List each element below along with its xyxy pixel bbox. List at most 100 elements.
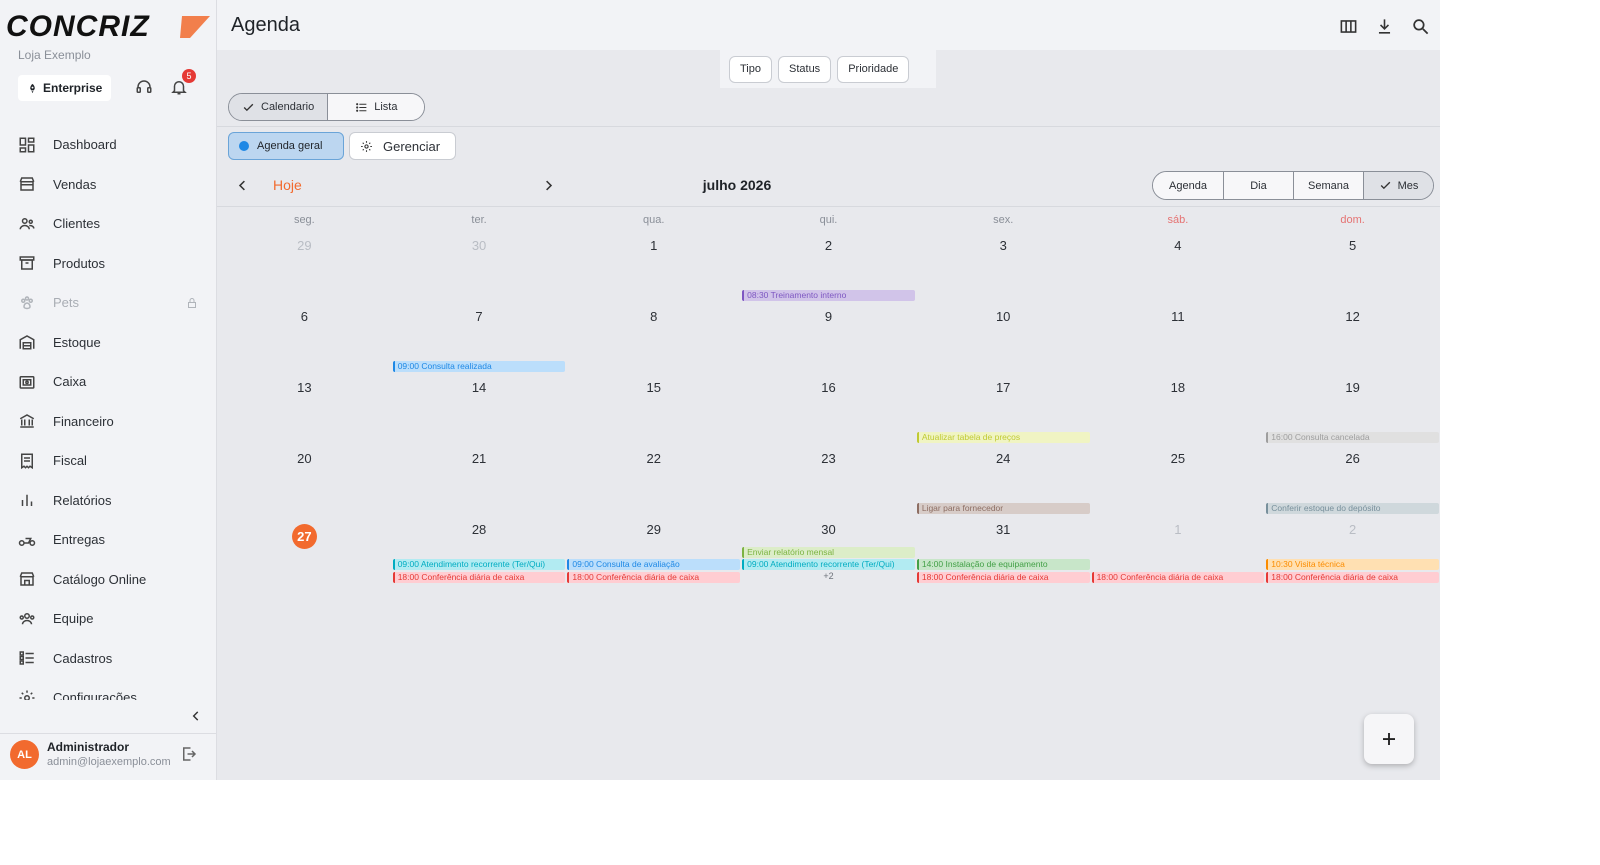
day-number[interactable]: 29 bbox=[566, 522, 741, 537]
sidebar-item-clientes[interactable]: Clientes bbox=[0, 204, 216, 244]
calendar-event[interactable]: 09:00 Atendimento recorrente (Ter/Qui) bbox=[392, 559, 566, 571]
sidebar-item-catalogo-online[interactable]: Catálogo Online bbox=[0, 560, 216, 600]
collapse-sidebar-button[interactable] bbox=[186, 706, 206, 726]
day-number[interactable]: 30 bbox=[741, 522, 916, 537]
today-date[interactable]: 27 bbox=[291, 524, 317, 549]
day-number[interactable]: 4 bbox=[1091, 238, 1266, 253]
sidebar-item-financeiro[interactable]: Financeiro bbox=[0, 402, 216, 442]
motorcycle-icon bbox=[18, 537, 36, 546]
support-button[interactable] bbox=[132, 75, 156, 99]
calendar-event[interactable]: Conferir estoque do depósito bbox=[1266, 503, 1439, 514]
sidebar-item-label: Configurações bbox=[53, 690, 137, 700]
day-number[interactable]: 5 bbox=[1265, 238, 1440, 253]
range-mes-button[interactable]: Mes bbox=[1363, 172, 1433, 199]
calendar-event[interactable]: 16:00 Consulta cancelada bbox=[1266, 432, 1439, 443]
sidebar-item-configuracoes[interactable]: Configurações bbox=[0, 678, 216, 700]
avatar[interactable]: AL bbox=[10, 740, 39, 769]
sidebar-item-estoque[interactable]: Estoque bbox=[0, 323, 216, 363]
agenda-geral-chip[interactable]: Agenda geral bbox=[228, 132, 344, 160]
day-number[interactable]: 2 bbox=[741, 238, 916, 253]
calendar-event[interactable]: 14:00 Instalação de equipamento bbox=[916, 559, 1090, 571]
day-number[interactable]: 12 bbox=[1265, 309, 1440, 324]
calendar-event[interactable]: 09:00 Consulta realizada bbox=[392, 361, 566, 372]
sidebar-item-produtos[interactable]: Produtos bbox=[0, 244, 216, 284]
sidebar-item-equipe[interactable]: Equipe bbox=[0, 599, 216, 639]
today-button[interactable]: Hoje bbox=[273, 177, 302, 193]
day-number[interactable]: 7 bbox=[392, 309, 567, 324]
search-button[interactable] bbox=[1408, 14, 1432, 38]
filter-tipo-button[interactable]: Tipo bbox=[729, 55, 772, 83]
calendar-event[interactable]: 08:30 Treinamento interno bbox=[742, 290, 915, 301]
logout-icon[interactable] bbox=[180, 745, 198, 763]
day-number[interactable]: 26 bbox=[1265, 451, 1440, 466]
sidebar-item-relatorios[interactable]: Relatórios bbox=[0, 481, 216, 521]
sidebar-item-cadastros[interactable]: Cadastros bbox=[0, 639, 216, 679]
day-number[interactable]: 21 bbox=[392, 451, 567, 466]
manage-button[interactable]: Gerenciar bbox=[349, 132, 456, 160]
day-number[interactable]: 29 bbox=[217, 238, 392, 253]
previous-month-button[interactable] bbox=[231, 174, 253, 196]
calendar-event[interactable]: 18:00 Conferência diária de caixa bbox=[1266, 571, 1439, 583]
sidebar-item-entregas[interactable]: Entregas bbox=[0, 520, 216, 560]
day-number[interactable]: 17 bbox=[916, 380, 1091, 395]
range-dia-button[interactable]: Dia bbox=[1223, 172, 1293, 199]
sidebar-item-pets[interactable]: Pets bbox=[0, 283, 216, 323]
filter-prioridade-button[interactable]: Prioridade bbox=[837, 55, 910, 83]
list-icon bbox=[356, 102, 367, 112]
calendar-event[interactable]: 18:00 Conferência diária de caixa bbox=[567, 571, 741, 583]
day-number[interactable]: 6 bbox=[217, 309, 392, 324]
calendar-event[interactable]: Atualizar tabela de preços bbox=[916, 432, 1090, 443]
next-month-button[interactable] bbox=[537, 174, 559, 196]
sidebar-item-caixa[interactable]: Caixa bbox=[0, 362, 216, 402]
day-number[interactable]: 24 bbox=[916, 451, 1091, 466]
day-number[interactable]: 31 bbox=[916, 522, 1091, 537]
day-number[interactable]: 8 bbox=[566, 309, 741, 324]
day-number[interactable]: 23 bbox=[741, 451, 916, 466]
day-number[interactable]: 19 bbox=[1265, 380, 1440, 395]
calendar-toolbar: Hoje julho 2026 Agenda Dia Semana Mes bbox=[217, 166, 1440, 206]
day-number[interactable]: 3 bbox=[916, 238, 1091, 253]
calendar-event[interactable]: 09:00 Atendimento recorrente (Ter/Qui) bbox=[742, 559, 915, 571]
day-number[interactable]: 11 bbox=[1091, 309, 1266, 324]
calendar-event[interactable]: Enviar relatório mensal bbox=[742, 547, 915, 558]
day-number[interactable]: 10 bbox=[916, 309, 1091, 324]
calendar-view-button[interactable]: Calendario bbox=[229, 94, 328, 120]
day-number[interactable]: 1 bbox=[566, 238, 741, 253]
day-number[interactable]: 13 bbox=[217, 380, 392, 395]
calendar-event[interactable]: 09:00 Consulta de avaliação bbox=[567, 559, 741, 571]
day-number[interactable]: 28 bbox=[392, 522, 567, 537]
download-button[interactable] bbox=[1372, 14, 1396, 38]
day-number[interactable]: 22 bbox=[566, 451, 741, 466]
list-view-button[interactable]: Lista bbox=[327, 94, 425, 120]
notifications-button[interactable]: 5 bbox=[167, 69, 196, 99]
weekday-header: qua. bbox=[643, 214, 665, 226]
filter-status-button[interactable]: Status bbox=[778, 55, 832, 83]
add-event-button[interactable] bbox=[1364, 714, 1414, 764]
calendar-event[interactable]: Ligar para fornecedor bbox=[916, 503, 1090, 514]
calendar-event[interactable]: 18:00 Conferência diária de caixa bbox=[1091, 571, 1265, 583]
range-agenda-button[interactable]: Agenda bbox=[1153, 172, 1223, 199]
day-number[interactable]: 1 bbox=[1091, 522, 1266, 537]
day-number[interactable]: 16 bbox=[741, 380, 916, 395]
month-calendar: seg. ter. qua. qui. sex. sáb. dom. 29 30 1 2 3 4 5 6 7 8… bbox=[217, 206, 1440, 606]
calendar-event[interactable]: 18:00 Conferência diária de caixa bbox=[392, 571, 566, 583]
day-number[interactable]: 2 bbox=[1265, 522, 1440, 537]
day-number[interactable]: 14 bbox=[392, 380, 567, 395]
day-number[interactable]: 9 bbox=[741, 309, 916, 324]
day-number[interactable]: 25 bbox=[1091, 451, 1266, 466]
sidebar-item-dashboard[interactable]: Dashboard bbox=[0, 125, 216, 165]
sidebar-item-fiscal[interactable]: Fiscal bbox=[0, 441, 216, 481]
day-number[interactable]: 15 bbox=[566, 380, 741, 395]
day-number[interactable]: 30 bbox=[392, 238, 567, 253]
more-events-link[interactable]: +2 bbox=[741, 571, 916, 581]
calendar-event[interactable]: 10:30 Visita técnica bbox=[1266, 559, 1439, 571]
range-semana-button[interactable]: Semana bbox=[1293, 172, 1363, 199]
columns-button[interactable] bbox=[1336, 14, 1360, 38]
calendar-event[interactable]: 18:00 Conferência diária de caixa bbox=[916, 571, 1090, 583]
day-number[interactable]: 20 bbox=[217, 451, 392, 466]
day-number[interactable]: 18 bbox=[1091, 380, 1266, 395]
sidebar-item-vendas[interactable]: Vendas bbox=[0, 165, 216, 205]
sidebar-item-label: Produtos bbox=[53, 255, 106, 271]
brand-logo[interactable]: CONCRIZ bbox=[4, 8, 214, 44]
plan-badge[interactable]: Enterprise bbox=[18, 75, 112, 101]
